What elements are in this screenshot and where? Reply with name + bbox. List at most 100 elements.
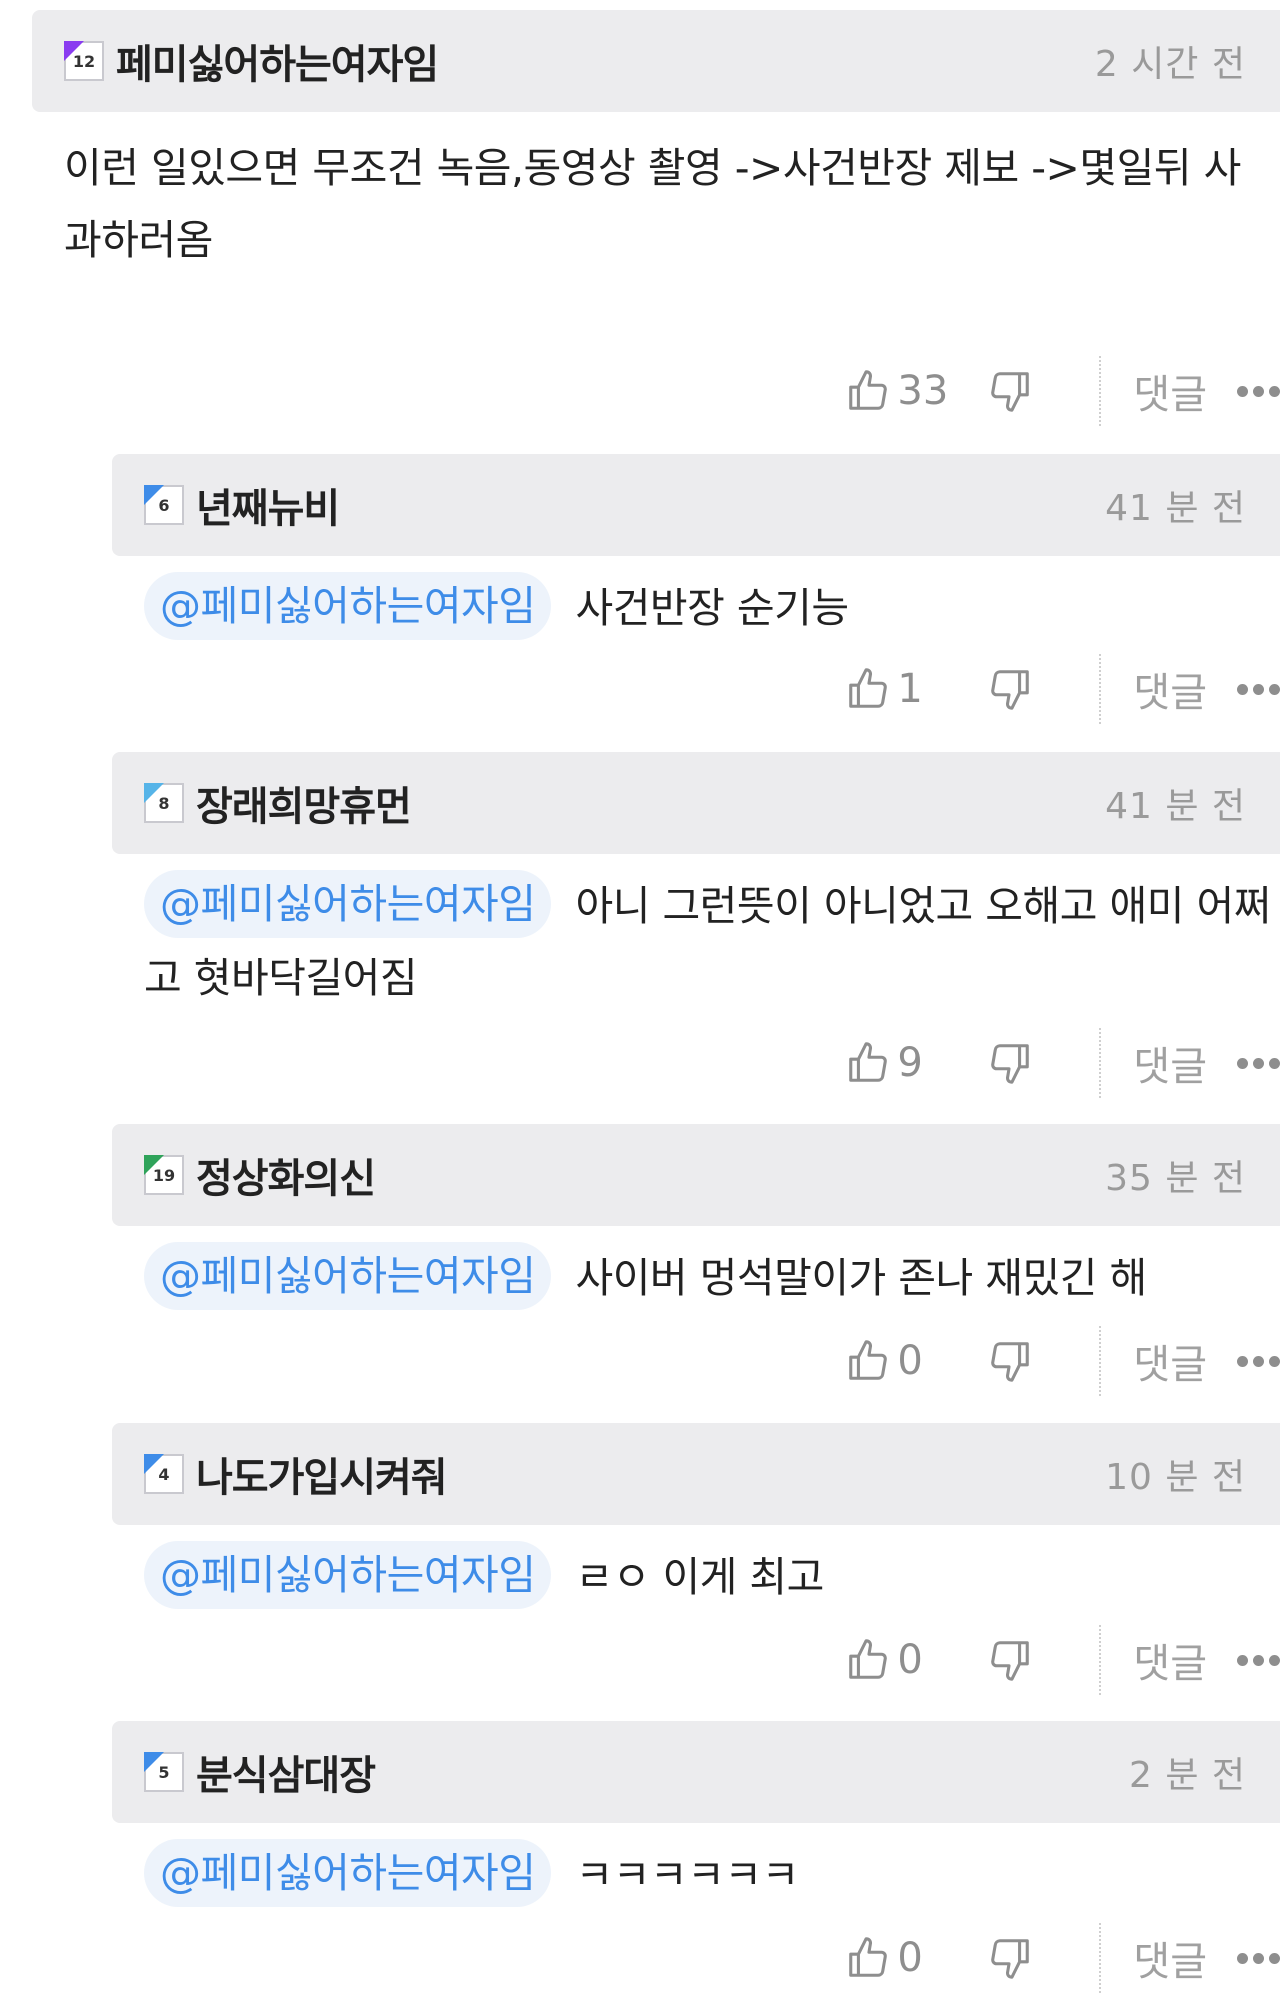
dislike-button[interactable] bbox=[987, 1040, 1033, 1086]
thumbs-down-icon bbox=[991, 1641, 1030, 1681]
reply-button[interactable]: 댓글 bbox=[1133, 1332, 1207, 1390]
action-divider bbox=[1099, 356, 1102, 426]
comment-time: 2 시간 전 bbox=[1094, 44, 1246, 85]
comment-time: 35 분 전 bbox=[1105, 1158, 1246, 1199]
comment-thread: 12 페미싫어하는여자임 2 시간 전 이런 일있으면 무조건 녹음,동영상 촬… bbox=[0, 0, 1280, 1995]
comment-actions: 0 댓글 bbox=[845, 1923, 1280, 1993]
dislike-button[interactable] bbox=[987, 666, 1033, 712]
reply-button[interactable]: 댓글 bbox=[1133, 1034, 1207, 1092]
like-count: 0 bbox=[897, 1637, 923, 1683]
comment-actions: 33 댓글 bbox=[845, 356, 1280, 426]
like-button[interactable]: 0 bbox=[845, 1637, 951, 1683]
comment-actions: 1 댓글 bbox=[845, 654, 1280, 724]
comment-actions: 0 댓글 bbox=[845, 1625, 1280, 1695]
dislike-button[interactable] bbox=[987, 1935, 1033, 1981]
comment-item: 12 페미싫어하는여자임 2 시간 전 이런 일있으면 무조건 녹음,동영상 촬… bbox=[32, 10, 1280, 430]
thumbs-up-icon bbox=[849, 1042, 888, 1082]
mention-tag[interactable]: @페미싫어하는여자임 bbox=[144, 1839, 552, 1907]
author-nickname[interactable]: 분식삼대장 bbox=[196, 1743, 376, 1801]
action-divider bbox=[1099, 1923, 1102, 1993]
reply-item: 4 나도가입시켜줘 10 분 전 @페미싫어하는여자임 ㄹㅇ 이게 최고 0 댓글 bbox=[112, 1423, 1280, 1713]
comment-header: 12 페미싫어하는여자임 2 시간 전 bbox=[32, 10, 1280, 112]
like-count: 0 bbox=[897, 1338, 923, 1384]
dislike-button[interactable] bbox=[987, 1338, 1033, 1384]
reply-item: 6 년째뉴비 41 분 전 @페미싫어하는여자임 사건반장 순기능 1 댓글 bbox=[112, 454, 1280, 744]
thumbs-up-icon bbox=[849, 668, 888, 708]
reply-item: 5 분식삼대장 2 분 전 @페미싫어하는여자임 ㅋㅋㅋㅋㅋㅋ 0 댓글 bbox=[112, 1721, 1280, 1995]
like-button[interactable]: 1 bbox=[845, 666, 951, 712]
comment-time: 41 분 전 bbox=[1105, 488, 1246, 529]
action-divider bbox=[1099, 654, 1102, 724]
like-count: 1 bbox=[897, 666, 923, 712]
thumbs-up-icon bbox=[849, 1340, 888, 1380]
dislike-button[interactable] bbox=[987, 1637, 1033, 1683]
comment-body: @페미싫어하는여자임 ㅋㅋㅋㅋㅋㅋ bbox=[144, 1839, 1280, 1911]
comment-header: 5 분식삼대장 2 분 전 bbox=[112, 1721, 1280, 1823]
mention-tag[interactable]: @페미싫어하는여자임 bbox=[144, 1541, 552, 1609]
comment-text: 이런 일있으면 무조건 녹음,동영상 촬영 ->사건반장 제보 ->몇일뒤 사과… bbox=[64, 144, 1241, 264]
thumbs-down-icon bbox=[991, 1939, 1030, 1979]
like-count: 9 bbox=[897, 1040, 923, 1086]
reply-button[interactable]: 댓글 bbox=[1133, 1631, 1207, 1689]
comment-body: @페미싫어하는여자임 ㄹㅇ 이게 최고 bbox=[144, 1541, 1280, 1613]
author-nickname[interactable]: 나도가입시켜줘 bbox=[196, 1445, 448, 1503]
reply-item: 19 정상화의신 35 분 전 @페미싫어하는여자임 사이버 멍석말이가 존나 재… bbox=[112, 1124, 1280, 1414]
more-dots-icon[interactable] bbox=[1237, 1952, 1280, 1964]
thumbs-up-icon bbox=[849, 1937, 888, 1977]
reply-item: 8 장래희망휴먼 41 분 전 @페미싫어하는여자임 아니 그런뜻이 아니었고 오… bbox=[112, 752, 1280, 1122]
comment-header: 6 년째뉴비 41 분 전 bbox=[112, 454, 1280, 556]
comment-text: 사이버 멍석말이가 존나 재밌긴 해 bbox=[575, 1254, 1147, 1302]
author-nickname[interactable]: 정상화의신 bbox=[196, 1146, 376, 1204]
level-badge-icon: 19 bbox=[144, 1155, 184, 1195]
like-button[interactable]: 0 bbox=[845, 1935, 951, 1981]
author-nickname[interactable]: 장래희망휴먼 bbox=[196, 774, 412, 832]
author-nickname[interactable]: 페미싫어하는여자임 bbox=[116, 32, 439, 90]
comment-body: @페미싫어하는여자임 사건반장 순기능 bbox=[144, 572, 1280, 644]
comment-header: 4 나도가입시켜줘 10 분 전 bbox=[112, 1423, 1280, 1525]
comment-body: @페미싫어하는여자임 아니 그런뜻이 아니었고 오해고 애미 어쩌고 혓바닥길어짐 bbox=[144, 870, 1276, 1014]
dislike-button[interactable] bbox=[987, 368, 1033, 414]
more-dots-icon[interactable] bbox=[1237, 1057, 1280, 1069]
level-badge-icon: 6 bbox=[144, 485, 184, 525]
reply-button[interactable]: 댓글 bbox=[1133, 362, 1207, 420]
level-badge-icon: 5 bbox=[144, 1752, 184, 1792]
mention-tag[interactable]: @페미싫어하는여자임 bbox=[144, 1242, 552, 1310]
comment-actions: 0 댓글 bbox=[845, 1326, 1280, 1396]
comment-time: 41 분 전 bbox=[1105, 786, 1246, 827]
comment-time: 2 분 전 bbox=[1128, 1755, 1246, 1796]
thumbs-down-icon bbox=[991, 372, 1030, 412]
comment-header: 19 정상화의신 35 분 전 bbox=[112, 1124, 1280, 1226]
more-dots-icon[interactable] bbox=[1237, 1355, 1280, 1367]
reply-button[interactable]: 댓글 bbox=[1133, 1929, 1207, 1987]
thumbs-down-icon bbox=[991, 1342, 1030, 1382]
comment-time: 10 분 전 bbox=[1105, 1457, 1246, 1498]
like-button[interactable]: 0 bbox=[845, 1338, 951, 1384]
level-badge-icon: 12 bbox=[64, 41, 104, 81]
level-badge-icon: 8 bbox=[144, 783, 184, 823]
comment-text: ㄹㅇ 이게 최고 bbox=[575, 1553, 824, 1601]
thumbs-down-icon bbox=[991, 1044, 1030, 1084]
comment-text: 사건반장 순기능 bbox=[575, 584, 849, 632]
comment-body: @페미싫어하는여자임 사이버 멍석말이가 존나 재밌긴 해 bbox=[144, 1242, 1280, 1314]
thumbs-down-icon bbox=[991, 670, 1030, 710]
like-button[interactable]: 9 bbox=[845, 1040, 951, 1086]
action-divider bbox=[1099, 1625, 1102, 1695]
more-dots-icon[interactable] bbox=[1237, 683, 1280, 695]
mention-tag[interactable]: @페미싫어하는여자임 bbox=[144, 870, 552, 938]
thumbs-up-icon bbox=[849, 1639, 888, 1679]
comment-header: 8 장래희망휴먼 41 분 전 bbox=[112, 752, 1280, 854]
mention-tag[interactable]: @페미싫어하는여자임 bbox=[144, 572, 552, 640]
comment-body: 이런 일있으면 무조건 녹음,동영상 촬영 ->사건반장 제보 ->몇일뒤 사과… bbox=[64, 132, 1270, 276]
thumbs-up-icon bbox=[849, 370, 888, 410]
level-badge-icon: 4 bbox=[144, 1454, 184, 1494]
like-button[interactable]: 33 bbox=[845, 368, 951, 414]
more-dots-icon[interactable] bbox=[1237, 1654, 1280, 1666]
like-count: 33 bbox=[897, 368, 949, 414]
action-divider bbox=[1099, 1326, 1102, 1396]
like-count: 0 bbox=[897, 1935, 923, 1981]
more-dots-icon[interactable] bbox=[1237, 385, 1280, 397]
author-nickname[interactable]: 년째뉴비 bbox=[196, 476, 340, 534]
action-divider bbox=[1099, 1028, 1102, 1098]
comment-actions: 9 댓글 bbox=[845, 1028, 1280, 1098]
reply-button[interactable]: 댓글 bbox=[1133, 660, 1207, 718]
